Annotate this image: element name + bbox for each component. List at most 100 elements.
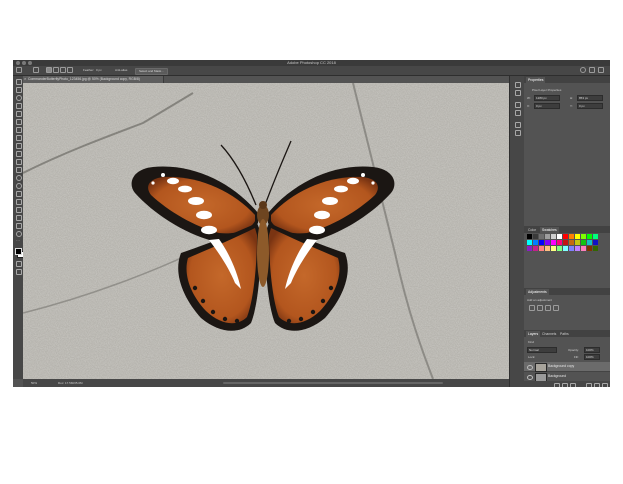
curves-icon[interactable] <box>545 305 551 311</box>
quick-select-icon[interactable] <box>16 103 22 109</box>
new-selection-icon[interactable] <box>46 67 52 73</box>
fill-field[interactable]: 100% <box>584 354 600 360</box>
add-selection-icon[interactable] <box>53 67 59 73</box>
pen-icon[interactable] <box>16 191 22 197</box>
clone-stamp-icon[interactable] <box>16 143 22 149</box>
brush-icon[interactable] <box>16 135 22 141</box>
color-swatch[interactable] <box>563 240 568 245</box>
tab-channels[interactable]: Channels <box>540 331 558 337</box>
color-swatch[interactable] <box>581 234 586 239</box>
fx-icon[interactable] <box>562 383 568 387</box>
zoom-tool-icon[interactable] <box>16 231 22 237</box>
share-icon[interactable] <box>598 67 604 73</box>
tab-adjustments[interactable]: Adjustments <box>526 289 549 295</box>
gradient-icon[interactable] <box>16 167 22 173</box>
color-swatch[interactable] <box>569 234 574 239</box>
opacity-field[interactable]: 100% <box>584 347 600 353</box>
tab-paths[interactable]: Paths <box>558 331 571 337</box>
color-swatch[interactable] <box>545 246 550 251</box>
color-swatch[interactable] <box>539 240 544 245</box>
levels-icon[interactable] <box>537 305 543 311</box>
type-tool-icon[interactable] <box>16 199 22 205</box>
color-swatch[interactable] <box>593 246 598 251</box>
document-canvas[interactable] <box>23 83 509 379</box>
color-swatch[interactable] <box>557 246 562 251</box>
blend-mode-select[interactable]: Normal <box>527 347 557 353</box>
color-swatch[interactable] <box>569 240 574 245</box>
color-swatch[interactable] <box>551 240 556 245</box>
tab-swatches[interactable]: Swatches <box>540 227 559 233</box>
tab-color[interactable]: Color <box>526 227 538 233</box>
color-swatch[interactable] <box>587 234 592 239</box>
color-swatch[interactable] <box>539 234 544 239</box>
search-icon[interactable] <box>580 67 586 73</box>
add-mask-icon[interactable] <box>570 383 576 387</box>
brush-settings-icon[interactable] <box>515 90 521 96</box>
height-field[interactable]: 853 px <box>577 95 603 101</box>
color-swatch[interactable] <box>563 246 568 251</box>
blur-icon[interactable] <box>16 175 22 181</box>
workspace-icon[interactable] <box>589 67 595 73</box>
document-tab[interactable]: × CommanderButterflyPhoto_123456.jpg @ 5… <box>23 76 164 83</box>
healing-brush-icon[interactable] <box>16 127 22 133</box>
exposure-icon[interactable] <box>553 305 559 311</box>
select-and-mask-button[interactable]: Select and Mask... <box>135 68 168 75</box>
crop-tool-icon[interactable] <box>16 111 22 117</box>
eye-icon[interactable] <box>527 375 533 380</box>
color-swatch[interactable] <box>527 246 532 251</box>
new-group-icon[interactable] <box>586 383 592 387</box>
eraser-icon[interactable] <box>16 159 22 165</box>
home-icon[interactable] <box>16 67 22 73</box>
path-select-icon[interactable] <box>16 207 22 213</box>
quick-mask-icon[interactable] <box>16 261 22 267</box>
color-swatch[interactable] <box>533 234 538 239</box>
screen-mode-icon[interactable] <box>16 269 22 275</box>
kind-filter[interactable]: Kind <box>528 340 534 344</box>
subtract-selection-icon[interactable] <box>60 67 66 73</box>
eye-icon[interactable] <box>527 365 533 370</box>
close-tab-icon[interactable]: × <box>24 76 26 81</box>
hand-tool-icon[interactable] <box>16 223 22 229</box>
new-layer-icon[interactable] <box>594 383 600 387</box>
color-swatch[interactable] <box>527 240 532 245</box>
color-swatch[interactable] <box>563 234 568 239</box>
color-swatch[interactable] <box>533 246 538 251</box>
color-swatch[interactable] <box>545 240 550 245</box>
color-swatch[interactable] <box>557 240 562 245</box>
color-swatch[interactable] <box>587 240 592 245</box>
layer-row[interactable]: Background copy <box>524 362 610 372</box>
edit-toolbar-icon[interactable]: ··· <box>16 239 20 243</box>
move-tool-icon[interactable] <box>33 67 39 73</box>
brightness-contrast-icon[interactable] <box>529 305 535 311</box>
foreground-color-swatch[interactable] <box>15 248 22 255</box>
eyedropper-icon[interactable] <box>16 119 22 125</box>
width-field[interactable]: 1280 px <box>534 95 560 101</box>
character-icon[interactable] <box>515 102 521 108</box>
zoom-level[interactable]: 50% <box>31 381 37 385</box>
history-brush-icon[interactable] <box>16 151 22 157</box>
tab-properties[interactable]: Properties <box>526 77 546 83</box>
color-swatch[interactable] <box>527 234 532 239</box>
color-swatch[interactable] <box>575 240 580 245</box>
feather-value[interactable]: 0 px <box>96 68 102 73</box>
color-swatch[interactable] <box>569 246 574 251</box>
intersect-selection-icon[interactable] <box>67 67 73 73</box>
horizontal-scrollbar[interactable] <box>223 382 443 384</box>
color-swatch[interactable] <box>533 240 538 245</box>
rectangle-tool-icon[interactable] <box>16 215 22 221</box>
y-field[interactable]: 0 px <box>577 103 603 109</box>
color-swatch[interactable] <box>539 246 544 251</box>
info-icon[interactable] <box>515 130 521 136</box>
marquee-tool-icon[interactable] <box>16 87 22 93</box>
anti-alias-checkbox[interactable]: Anti-alias <box>115 68 127 73</box>
libraries-icon[interactable] <box>515 122 521 128</box>
lasso-tool-icon[interactable] <box>16 95 22 101</box>
color-swatch[interactable] <box>551 246 556 251</box>
color-swatch[interactable] <box>545 234 550 239</box>
paragraph-icon[interactable] <box>515 110 521 116</box>
color-swatch[interactable] <box>593 240 598 245</box>
color-swatch[interactable] <box>575 246 580 251</box>
history-icon[interactable] <box>515 82 521 88</box>
color-swatch[interactable] <box>557 234 562 239</box>
x-field[interactable]: 0 px <box>534 103 560 109</box>
